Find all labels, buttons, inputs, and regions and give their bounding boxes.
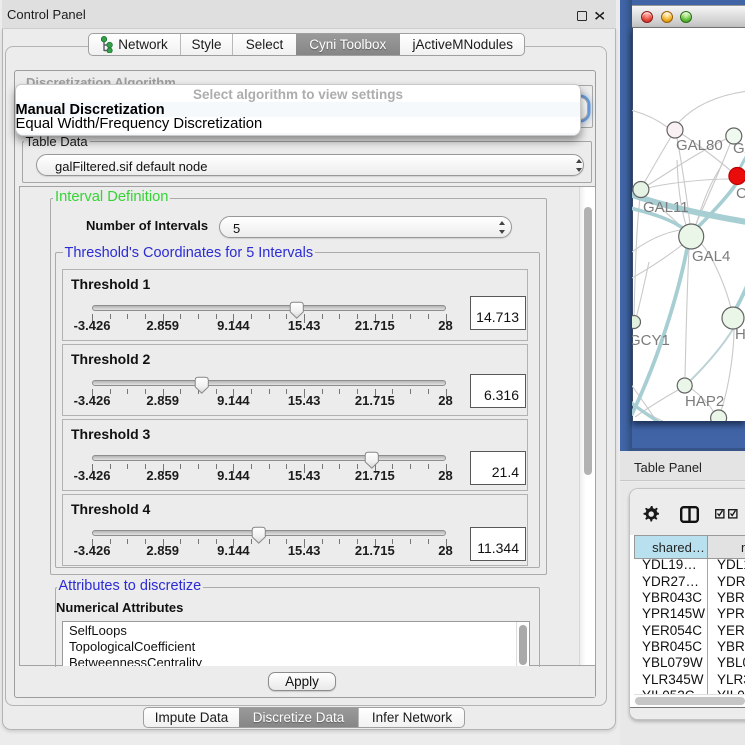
svg-text:HAP2: HAP2 — [685, 393, 724, 410]
svg-text:GCY1: GCY1 — [632, 332, 670, 349]
svg-text:GAL11: GAL11 — [643, 199, 689, 216]
svg-text:GAL4: GAL4 — [692, 248, 730, 265]
svg-text:H: H — [735, 326, 745, 343]
svg-text:C: C — [736, 185, 745, 202]
svg-text:GA: GA — [733, 140, 745, 157]
svg-text:GAL80: GAL80 — [676, 137, 723, 154]
